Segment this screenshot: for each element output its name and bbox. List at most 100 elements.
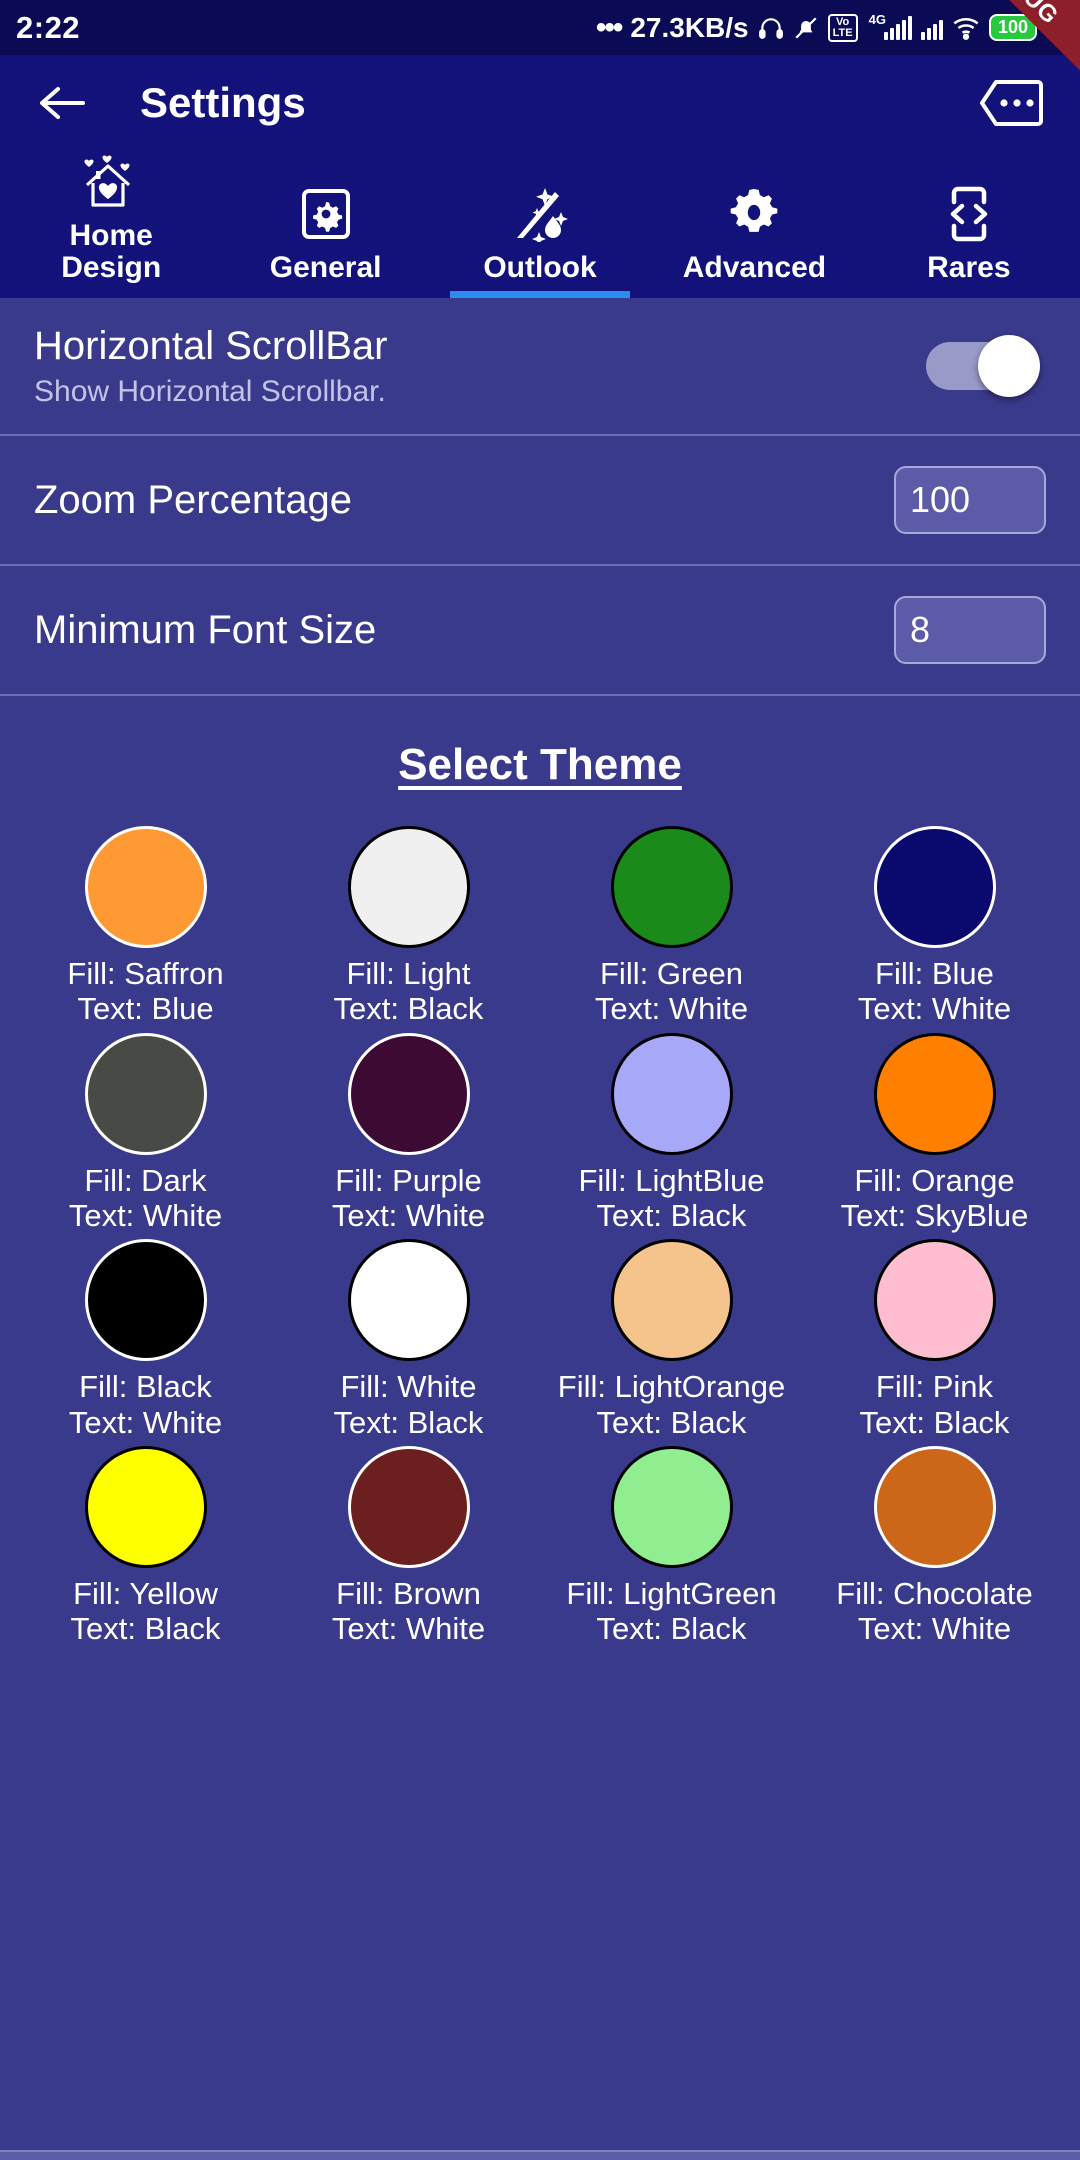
- theme-option[interactable]: Fill: Yellow Text: Black: [14, 1445, 277, 1647]
- setting-title: Zoom Percentage: [34, 478, 352, 522]
- tab-label: Home Design: [61, 218, 162, 284]
- setting-text-group: Minimum Font Size: [34, 607, 894, 653]
- theme-label-group: Fill: LightGreen Text: Black: [566, 1576, 776, 1647]
- status-bar-icons: ••• 27.3KB/s Vo LTE 4G 100: [596, 12, 1064, 44]
- theme-label-group: Fill: Light Text: Black: [334, 956, 484, 1027]
- theme-swatch-circle[interactable]: [873, 1445, 996, 1568]
- theme-swatch-circle[interactable]: [873, 1239, 996, 1362]
- theme-text-label: Text: White: [68, 1197, 223, 1233]
- theme-swatch-circle[interactable]: [347, 826, 470, 948]
- theme-option[interactable]: Fill: Saffron Text: Blue: [14, 826, 277, 1027]
- theme-text-label: Text: Black: [70, 1611, 221, 1647]
- moon-stars-wand-icon: [511, 182, 569, 246]
- theme-swatch-circle[interactable]: [347, 1239, 470, 1362]
- theme-fill-label: Fill: LightGreen: [566, 1575, 777, 1611]
- theme-fill-label: Fill: Saffron: [67, 956, 224, 991]
- theme-option[interactable]: Fill: LightBlue Text: Black: [540, 1032, 803, 1234]
- theme-swatch-circle[interactable]: [84, 1239, 207, 1362]
- theme-swatch-circle[interactable]: [347, 1032, 470, 1155]
- tab-label: Rares: [927, 250, 1011, 284]
- theme-text-label: Text: White: [857, 991, 1012, 1027]
- tab-outlook[interactable]: Outlook: [433, 150, 647, 298]
- theme-fill-label: Fill: Purple: [335, 1162, 482, 1198]
- theme-swatch-circle[interactable]: [84, 1032, 207, 1155]
- tab-rares[interactable]: Rares: [862, 150, 1076, 298]
- setting-title: Minimum Font Size: [34, 608, 377, 652]
- theme-label-group: Fill: White Text: Black: [334, 1369, 484, 1440]
- tab-general[interactable]: General: [218, 150, 432, 298]
- theme-text-label: Text: Black: [596, 1404, 747, 1440]
- theme-swatch-circle[interactable]: [610, 1445, 733, 1568]
- minimum-font-size-input[interactable]: 8: [894, 596, 1046, 664]
- toggle-thumb: [978, 335, 1040, 397]
- theme-label-group: Fill: Dark Text: White: [69, 1163, 222, 1234]
- theme-option[interactable]: Fill: Dark Text: White: [14, 1032, 277, 1234]
- gear-icon: [726, 182, 782, 246]
- setting-row-zoom-percentage[interactable]: Zoom Percentage 100: [0, 436, 1080, 566]
- select-theme-heading: Select Theme: [398, 740, 682, 789]
- page-title: Settings: [140, 78, 306, 126]
- theme-label-group: Fill: Orange Text: SkyBlue: [841, 1163, 1029, 1234]
- tab-advanced[interactable]: Advanced: [647, 150, 861, 298]
- theme-swatch-circle[interactable]: [873, 826, 996, 948]
- theme-fill-label: Fill: White: [340, 1369, 477, 1405]
- theme-option[interactable]: Fill: LightOrange Text: Black: [540, 1239, 803, 1440]
- theme-option[interactable]: Fill: Purple Text: White: [277, 1032, 540, 1234]
- theme-text-label: Text: Black: [333, 1404, 484, 1440]
- theme-fill-label: Fill: Light: [346, 956, 471, 991]
- theme-option[interactable]: Fill: Green Text: White: [540, 826, 803, 1027]
- signal-bars-icon: 4G: [867, 12, 912, 40]
- theme-label-group: Fill: Brown Text: White: [332, 1576, 485, 1647]
- theme-option[interactable]: Fill: Orange Text: SkyBlue: [803, 1032, 1066, 1234]
- setting-text-group: Horizontal ScrollBar Show Horizontal Scr…: [34, 323, 926, 409]
- theme-text-label: Text: Black: [859, 1404, 1010, 1440]
- theme-picker-section: Select Theme Fill: Saffron Text: Blue Fill…: [0, 696, 1080, 1647]
- theme-option[interactable]: Fill: LightGreen Text: Black: [540, 1445, 803, 1647]
- headset-icon: [758, 15, 784, 41]
- theme-option[interactable]: Fill: Pink Text: Black: [803, 1239, 1066, 1440]
- theme-option[interactable]: Fill: Blue Text: White: [803, 826, 1066, 1027]
- bottom-scroll-indicator: [0, 2150, 1080, 2160]
- theme-option[interactable]: Fill: Chocolate Text: White: [803, 1445, 1066, 1647]
- theme-fill-label: Fill: LightOrange: [557, 1369, 786, 1405]
- theme-label-group: Fill: Blue Text: White: [858, 956, 1011, 1027]
- tab-home-design[interactable]: Home Design: [4, 150, 218, 298]
- theme-fill-label: Fill: Pink: [875, 1369, 994, 1405]
- theme-grid: Fill: Saffron Text: Blue Fill: Light Text: …: [0, 790, 1080, 1647]
- setting-title: Horizontal ScrollBar: [34, 324, 388, 368]
- back-arrow-icon[interactable]: [34, 75, 90, 131]
- setting-row-horizontal-scrollbar[interactable]: Horizontal ScrollBar Show Horizontal Scr…: [0, 298, 1080, 436]
- theme-text-label: Text: SkyBlue: [840, 1197, 1029, 1233]
- theme-swatch-circle[interactable]: [610, 826, 733, 948]
- network-speed-label: 27.3KB/s: [630, 11, 749, 43]
- setting-row-minimum-font-size[interactable]: Minimum Font Size 8: [0, 566, 1080, 696]
- bell-muted-icon: [793, 15, 819, 41]
- tab-label: Outlook: [483, 250, 597, 284]
- zoom-percentage-input[interactable]: 100: [894, 466, 1046, 534]
- theme-swatch-circle[interactable]: [610, 1032, 733, 1155]
- theme-text-label: Text: Black: [333, 991, 484, 1027]
- theme-option[interactable]: Fill: Brown Text: White: [277, 1445, 540, 1647]
- theme-swatch-circle[interactable]: [873, 1032, 996, 1155]
- theme-text-label: Text: White: [857, 1611, 1012, 1647]
- setting-text-group: Zoom Percentage: [34, 477, 894, 523]
- signal-bars-icon: [920, 16, 943, 40]
- overflow-menu-icon[interactable]: [976, 77, 1046, 129]
- theme-fill-label: Fill: LightBlue: [578, 1162, 765, 1198]
- house-heart-icon: [81, 150, 141, 214]
- theme-fill-label: Fill: Chocolate: [836, 1575, 1033, 1611]
- ellipsis-icon: •••: [595, 10, 623, 44]
- theme-text-label: Text: Blue: [77, 991, 214, 1027]
- theme-swatch-circle[interactable]: [347, 1445, 470, 1568]
- theme-fill-label: Fill: Green: [600, 956, 743, 991]
- wifi-icon: [952, 16, 980, 40]
- theme-fill-label: Fill: Black: [79, 1369, 212, 1405]
- theme-label-group: Fill: Saffron Text: Blue: [67, 956, 223, 1027]
- theme-swatch-circle[interactable]: [84, 1445, 207, 1568]
- theme-swatch-circle[interactable]: [610, 1239, 733, 1362]
- theme-swatch-circle[interactable]: [84, 826, 207, 948]
- theme-option[interactable]: Fill: Black Text: White: [14, 1239, 277, 1440]
- theme-option[interactable]: Fill: White Text: Black: [277, 1239, 540, 1440]
- theme-option[interactable]: Fill: Light Text: Black: [277, 826, 540, 1027]
- horizontal-scrollbar-toggle[interactable]: [926, 335, 1040, 397]
